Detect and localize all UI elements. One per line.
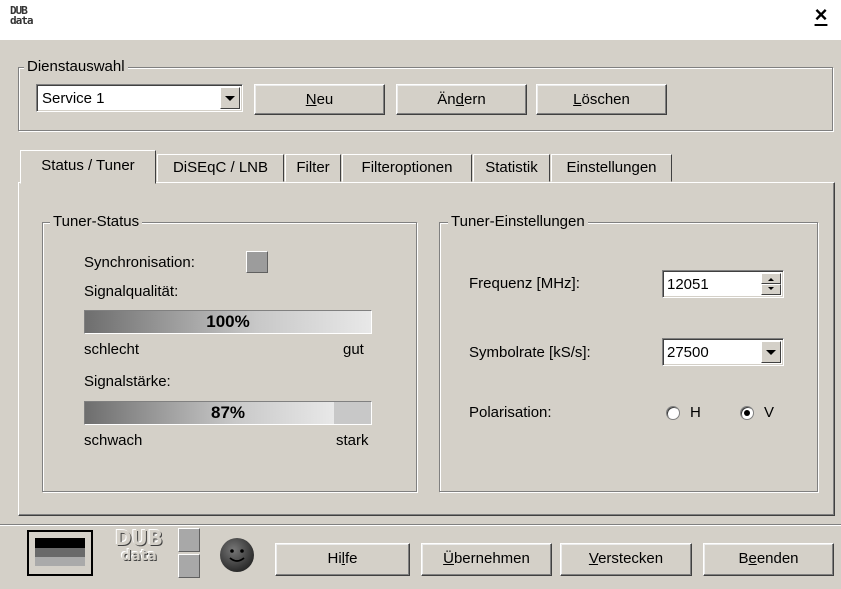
tuner-status-legend: Tuner-Status: [50, 213, 143, 231]
pol-label: Polarisation:: [469, 404, 552, 421]
loeschen-button[interactable]: Löschen: [536, 84, 667, 115]
tab-status-tuner[interactable]: Status / Tuner: [20, 150, 156, 184]
loeschen-label-post: öschen: [581, 91, 630, 108]
pol-v-label[interactable]: V: [764, 404, 774, 421]
pol-v-radio-dot: [744, 410, 750, 416]
strength-high-label: stark: [336, 432, 369, 449]
freq-label: Frequenz [MHz]:: [469, 275, 580, 292]
service-select[interactable]: Service 1: [36, 84, 243, 112]
monitor-icon[interactable]: [27, 530, 93, 576]
strength-bar-text: 87%: [210, 403, 246, 422]
monitor-icon-band-top: [35, 538, 85, 548]
quality-label: Signalqualität:: [84, 283, 179, 300]
beenden-label-post: enden: [756, 550, 799, 567]
symbol-label: Symbolrate [kS/s]:: [469, 344, 591, 361]
quality-low-label: schlecht: [84, 341, 140, 358]
hilfe-button[interactable]: Hilfe: [275, 543, 410, 576]
spin-down-icon[interactable]: [761, 284, 781, 295]
strength-low-label: schwach: [84, 432, 143, 449]
neu-label-post: eu: [316, 91, 334, 108]
verstecken-button[interactable]: Verstecken: [560, 543, 692, 576]
uebernehmen-label-post: bernehmen: [453, 550, 530, 567]
freq-input[interactable]: 12051: [662, 270, 784, 298]
verstecken-label-post: erstecken: [598, 550, 664, 567]
tab-einstellungen[interactable]: Einstellungen: [551, 154, 672, 182]
dub-data-logo-line2: data: [121, 548, 157, 564]
smiley-icon: [219, 537, 255, 573]
dub-data-logo: DUB data: [108, 528, 170, 564]
status-led-bottom: [178, 554, 200, 578]
symbolrate-select[interactable]: 27500: [662, 338, 784, 366]
monitor-icon-band-mid: [35, 548, 85, 557]
tuner-settings-legend: Tuner-Einstellungen: [448, 213, 588, 231]
pol-v-radio[interactable]: [740, 406, 754, 420]
dienstauswahl-legend: Dienstauswahl: [24, 58, 128, 76]
strength-bar: 87%: [84, 401, 372, 425]
quality-high-label: gut: [343, 341, 364, 358]
aendern-label-pre: Än: [437, 91, 456, 108]
dub-data-logo-line1: DUB: [114, 526, 164, 550]
status-led-top: [178, 528, 200, 552]
freq-value: 12051: [667, 276, 709, 293]
strength-label: Signalstärke:: [84, 373, 171, 390]
quality-bar-text: 100%: [206, 312, 250, 331]
verstecken-label-mnemonic: V: [588, 550, 599, 567]
hilfe-label-post: fe: [345, 550, 358, 567]
aendern-label-mnemonic: d: [455, 91, 464, 108]
service-select-value: Service 1: [42, 90, 105, 107]
pol-h-radio[interactable]: [666, 406, 680, 420]
title-bar: DUB data ×: [0, 0, 841, 41]
sync-indicator: [246, 251, 268, 273]
spin-up-icon[interactable]: [761, 273, 781, 284]
hilfe-label-pre: Hi: [327, 550, 342, 567]
beenden-button[interactable]: Beenden: [703, 543, 834, 576]
aendern-label-post: ern: [464, 91, 486, 108]
freq-spinner[interactable]: [761, 273, 781, 295]
tab-diseqc-lnb[interactable]: DiSEqC / LNB: [157, 154, 284, 182]
close-button[interactable]: ×: [809, 4, 833, 26]
beenden-label-pre: B: [738, 550, 749, 567]
uebernehmen-button[interactable]: Übernehmen: [421, 543, 552, 576]
beenden-label-mnemonic: e: [748, 550, 757, 567]
app-logo-line2: data: [10, 14, 33, 27]
chevron-down-icon[interactable]: [220, 87, 240, 109]
aendern-button[interactable]: Ändern: [396, 84, 527, 115]
close-icon: ×: [814, 2, 828, 27]
uebernehmen-label-mnemonic: Ü: [443, 550, 454, 567]
symbolrate-value: 27500: [667, 344, 709, 361]
neu-label-mnemonic: N: [305, 91, 317, 108]
monitor-icon-band-bot: [35, 557, 85, 566]
app-logo: DUB data: [10, 5, 33, 27]
quality-bar: 100%: [84, 310, 372, 334]
tab-statistik[interactable]: Statistik: [473, 154, 550, 182]
chevron-down-icon[interactable]: [761, 341, 781, 363]
pol-h-label[interactable]: H: [690, 404, 701, 421]
tab-filteroptionen[interactable]: Filteroptionen: [342, 154, 472, 182]
tab-filter[interactable]: Filter: [285, 154, 341, 182]
sync-label: Synchronisation:: [84, 254, 195, 271]
neu-button[interactable]: Neu: [254, 84, 385, 115]
